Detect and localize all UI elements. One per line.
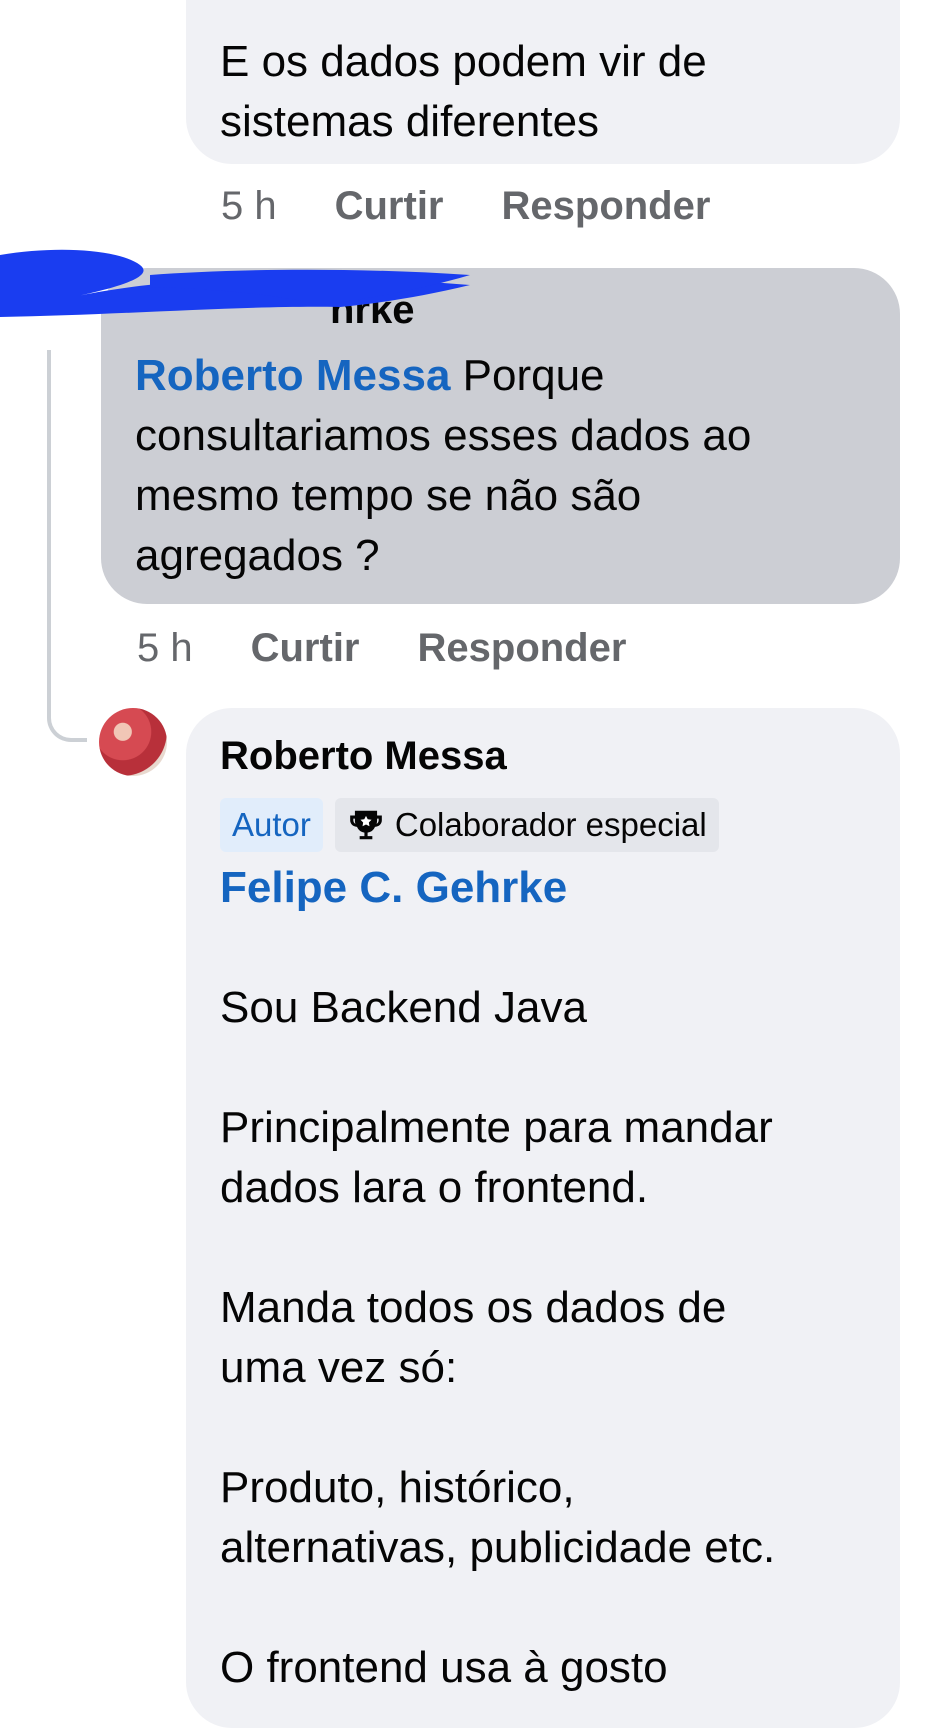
reply-button[interactable]: Responder bbox=[502, 184, 711, 229]
comment-text-line: Roberto Messa Porque bbox=[135, 351, 605, 400]
paragraph-line: alternativas, publicidade etc. bbox=[220, 1523, 776, 1572]
comment-text-line: E os dados podem vir de bbox=[220, 37, 707, 86]
mention-link[interactable]: Felipe C. Gehrke bbox=[220, 858, 900, 918]
comment-author-name[interactable]: Roberto Messa bbox=[220, 732, 900, 780]
reply-button[interactable]: Responder bbox=[418, 626, 627, 671]
paragraph: Sou Backend Java bbox=[220, 983, 587, 1032]
author-badge: Autor bbox=[220, 798, 323, 852]
comment-bubble-1: E os dados podem vir de sistemas diferen… bbox=[186, 0, 900, 164]
paragraph-line: Manda todos os dados de bbox=[220, 1283, 727, 1332]
trophy-icon bbox=[350, 810, 382, 840]
comment-actions-2: 5 h Curtir Responder bbox=[137, 622, 626, 674]
comment-body: Sou Backend Java Principalmente para man… bbox=[220, 978, 900, 1698]
paragraph-line: Produto, histórico, bbox=[220, 1463, 575, 1512]
comment-text-line: agregados ? bbox=[135, 531, 380, 580]
comment-text-line: mesmo tempo se não são bbox=[135, 471, 642, 520]
thread-connector-line bbox=[47, 350, 87, 742]
contributor-badge: Colaborador especial bbox=[334, 798, 719, 852]
paragraph: O frontend usa à gosto bbox=[220, 1643, 668, 1692]
avatar[interactable] bbox=[99, 708, 167, 776]
mention-link[interactable]: Roberto Messa bbox=[135, 351, 450, 400]
comment-actions-1: 5 h Curtir Responder bbox=[221, 180, 710, 232]
paragraph-line: uma vez só: bbox=[220, 1343, 458, 1392]
comment-text-line: sistemas diferentes bbox=[220, 97, 600, 146]
like-button[interactable]: Curtir bbox=[335, 184, 444, 229]
comment-time: 5 h bbox=[137, 625, 193, 670]
comment-text-line: consultariamos esses dados ao bbox=[135, 411, 752, 460]
paragraph-line: Principalmente para mandar bbox=[220, 1103, 773, 1152]
comment-time: 5 h bbox=[221, 183, 277, 228]
like-button[interactable]: Curtir bbox=[251, 626, 360, 671]
comment-bubble-3: Roberto Messa Autor Colaborador especial… bbox=[186, 708, 900, 1728]
author-badges: Autor Colaborador especial bbox=[220, 798, 900, 852]
contributor-badge-label: Colaborador especial bbox=[394, 806, 707, 843]
paragraph-line: dados lara o frontend. bbox=[220, 1163, 649, 1212]
redaction-scribble: hrke bbox=[0, 249, 470, 332]
